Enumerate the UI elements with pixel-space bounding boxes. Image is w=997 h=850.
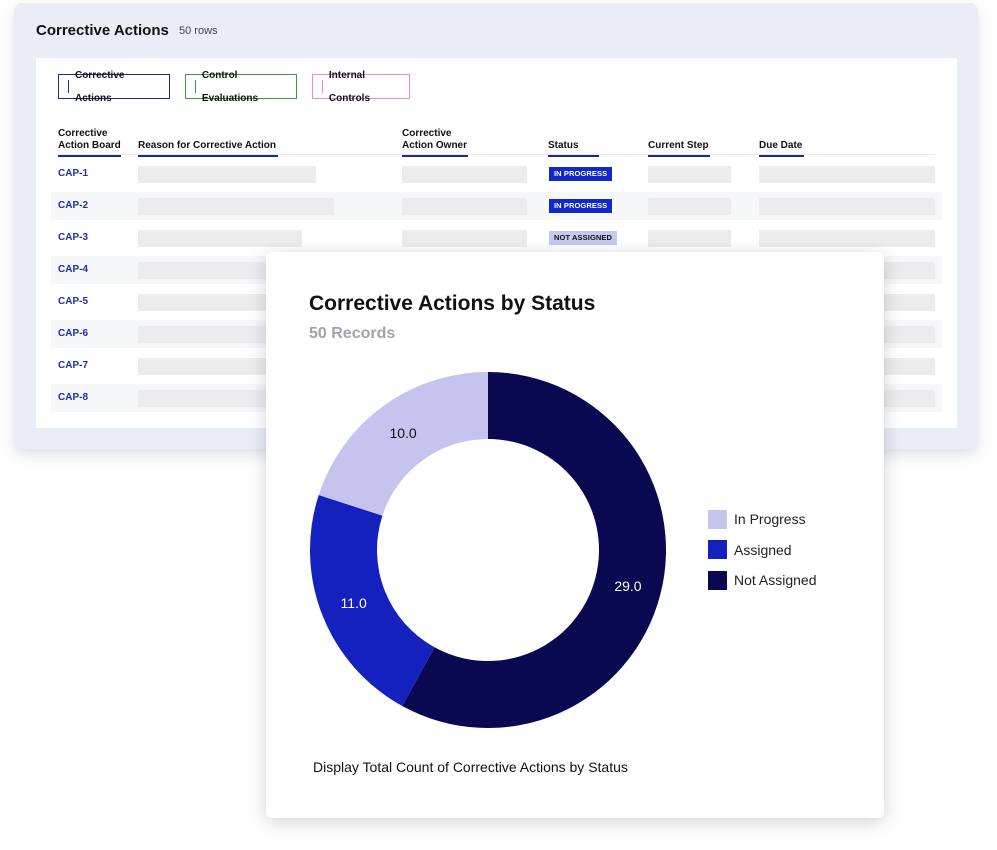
col-action-board-header[interactable]: Corrective Action Board bbox=[58, 122, 121, 157]
legend-label: Assigned bbox=[734, 541, 792, 558]
owner-placeholder bbox=[402, 198, 527, 215]
col-current-step-header[interactable]: Current Step bbox=[648, 122, 710, 157]
cap-id-link[interactable]: CAP-3 bbox=[58, 232, 88, 243]
column-header-label: Reason for Corrective Action bbox=[138, 140, 276, 151]
col-status-header[interactable]: Status bbox=[548, 122, 599, 157]
cap-id-link[interactable]: CAP-5 bbox=[58, 296, 88, 307]
legend-item-not-assigned[interactable]: Not Assigned bbox=[708, 570, 817, 590]
legend-swatch bbox=[708, 509, 727, 529]
reason-placeholder bbox=[138, 198, 334, 215]
cap-id-link[interactable]: CAP-7 bbox=[58, 360, 88, 371]
col-reason-header[interactable]: Reason for Corrective Action bbox=[138, 122, 278, 157]
table-row[interactable]: CAP-1 IN PROGRESS bbox=[51, 160, 942, 188]
slice-label-assigned: 11.0 bbox=[341, 595, 367, 611]
header-underline bbox=[138, 155, 278, 157]
cap-id-link[interactable]: CAP-2 bbox=[58, 200, 88, 211]
tab-label: Control Evaluations bbox=[201, 69, 259, 104]
reason-placeholder bbox=[138, 166, 316, 183]
status-badge: NOT ASSIGNED bbox=[549, 231, 618, 245]
reason-placeholder bbox=[138, 230, 302, 247]
col-action-owner-header[interactable]: Corrective Action Owner bbox=[402, 122, 468, 157]
legend-item-assigned[interactable]: Assigned bbox=[708, 540, 817, 560]
panel-title: Corrective Actions bbox=[36, 22, 169, 39]
header-underline bbox=[548, 155, 599, 157]
table-row[interactable]: CAP-3 NOT ASSIGNED bbox=[51, 224, 942, 252]
status-badge: IN PROGRESS bbox=[549, 167, 613, 181]
due-date-placeholder bbox=[759, 198, 935, 215]
column-header-label: Corrective Action Owner bbox=[402, 128, 468, 151]
tab-control-evaluations[interactable]: Control Evaluations bbox=[185, 70, 297, 104]
table-row[interactable]: CAP-2 IN PROGRESS bbox=[51, 192, 942, 220]
col-due-date-header[interactable]: Due Date bbox=[759, 122, 804, 157]
status-chart-card: Corrective Actions by Status 50 Records … bbox=[266, 252, 884, 818]
column-header-label: Corrective Action Board bbox=[58, 128, 121, 151]
column-header-label: Due Date bbox=[759, 140, 803, 151]
chart-footer: Display Total Count of Corrective Action… bbox=[313, 759, 628, 775]
slice-assigned[interactable] bbox=[310, 494, 435, 706]
tab-marker bbox=[322, 80, 323, 93]
cap-id-link[interactable]: CAP-1 bbox=[58, 168, 88, 179]
current-step-placeholder bbox=[648, 166, 731, 183]
header-divider bbox=[58, 154, 935, 155]
tab-label: Internal Controls bbox=[328, 69, 371, 104]
slice-label-in-progress: 10.0 bbox=[389, 425, 416, 441]
due-date-placeholder bbox=[759, 230, 935, 247]
legend-swatch bbox=[708, 570, 727, 590]
current-step-placeholder bbox=[648, 230, 731, 247]
tab-corrective-actions[interactable]: Corrective Actions bbox=[58, 70, 170, 104]
cap-id-link[interactable]: CAP-8 bbox=[58, 392, 88, 403]
owner-placeholder bbox=[402, 166, 527, 183]
column-header-label: Status bbox=[548, 140, 579, 151]
current-step-placeholder bbox=[648, 198, 731, 215]
tab-internal-controls[interactable]: Internal Controls bbox=[312, 70, 410, 104]
header-underline bbox=[648, 155, 710, 157]
due-date-placeholder bbox=[759, 166, 935, 183]
tab-marker bbox=[68, 80, 69, 93]
status-badge: IN PROGRESS bbox=[549, 199, 613, 213]
chart-legend: In Progress Assigned Not Assigned bbox=[708, 509, 817, 601]
cap-id-link[interactable]: CAP-6 bbox=[58, 328, 88, 339]
owner-placeholder bbox=[402, 230, 527, 247]
tab-marker bbox=[195, 80, 196, 93]
slice-label-not-assigned: 29.0 bbox=[614, 578, 641, 594]
header-underline bbox=[58, 155, 121, 157]
slice-in-progress[interactable] bbox=[318, 372, 488, 516]
tab-label: Corrective Actions bbox=[74, 69, 125, 104]
legend-item-in-progress[interactable]: In Progress bbox=[708, 509, 817, 529]
column-header-label: Current Step bbox=[648, 140, 709, 151]
legend-label: Not Assigned bbox=[734, 572, 817, 588]
legend-label: In Progress bbox=[734, 511, 806, 527]
row-count: 50 rows bbox=[179, 25, 218, 37]
cap-id-link[interactable]: CAP-4 bbox=[58, 264, 88, 275]
header-underline bbox=[402, 155, 468, 157]
header-underline bbox=[759, 155, 804, 157]
legend-swatch bbox=[708, 540, 727, 559]
